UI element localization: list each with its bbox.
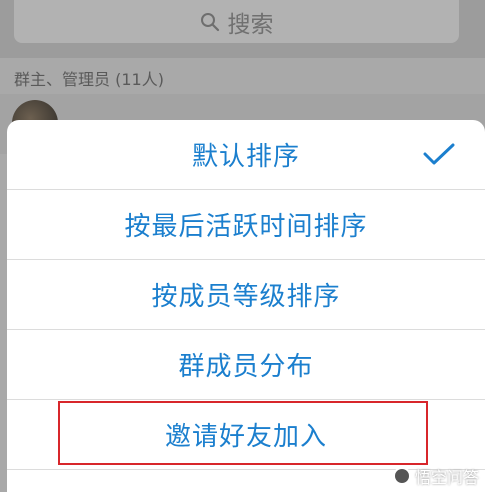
checkmark-icon — [423, 143, 455, 165]
menu-item-label: 按成员等级排序 — [151, 282, 341, 312]
screen: 搜索 群主、管理员 (11人) 默认排序 按最后活跃时间排序 按成员等级排序 群… — [0, 0, 485, 492]
search-icon — [200, 12, 219, 31]
menu-item-sort-member-level[interactable]: 按成员等级排序 — [7, 260, 485, 330]
search-area: 搜索 — [0, 0, 485, 58]
menu-item-sort-last-active[interactable]: 按最后活跃时间排序 — [7, 190, 485, 260]
search-placeholder: 搜索 — [227, 11, 274, 38]
menu-item-label: 群成员分布 — [178, 352, 314, 382]
menu-item-invite-friends[interactable]: 邀请好友加入 — [7, 400, 485, 470]
menu-item-label: 按最后活跃时间排序 — [124, 212, 368, 242]
menu-item-member-distribution[interactable]: 群成员分布 — [7, 330, 485, 400]
sort-action-sheet: 默认排序 按最后活跃时间排序 按成员等级排序 群成员分布 邀请好友加入 — [7, 120, 485, 492]
watermark-logo-icon — [392, 467, 411, 485]
watermark: 悟空问答 — [392, 464, 479, 488]
watermark-text: 悟空问答 — [414, 468, 479, 487]
menu-item-label: 默认排序 — [191, 142, 300, 172]
search-input[interactable]: 搜索 — [14, 0, 459, 43]
section-label: 群主、管理员 (11人) — [14, 70, 164, 89]
menu-item-label: 邀请好友加入 — [164, 422, 327, 452]
menu-item-default-sort[interactable]: 默认排序 — [7, 120, 485, 190]
